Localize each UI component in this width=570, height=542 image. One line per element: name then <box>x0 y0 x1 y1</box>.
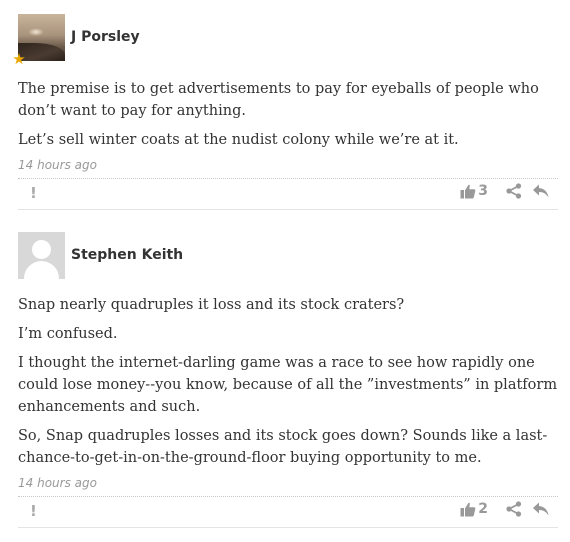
action-group: 3 <box>460 183 550 199</box>
comment-header: ★ J Porsley <box>12 14 558 67</box>
divider <box>18 527 558 528</box>
comment-paragraph: Let’s sell winter coats at the nudist co… <box>18 132 459 148</box>
like-button[interactable]: 2 <box>460 501 488 517</box>
comment-body: The premise is to get advertisements to … <box>18 78 558 151</box>
thumbs-up-icon <box>460 502 476 517</box>
timestamp: 14 hours ago <box>18 158 97 172</box>
like-count: 2 <box>478 501 488 517</box>
comment-paragraph: So, Snap quadruples losses and its stock… <box>18 428 548 466</box>
comment-paragraph: Snap nearly quadruples it loss and its s… <box>18 297 405 313</box>
comment-header: Stephen Keith <box>18 232 558 280</box>
comment-paragraph: The premise is to get advertisements to … <box>18 81 539 119</box>
reply-icon <box>533 184 549 198</box>
reply-button[interactable] <box>532 183 550 199</box>
share-button[interactable] <box>506 183 522 199</box>
comment-actions: ! 3 <box>18 179 558 209</box>
comment: ★ J Porsley The premise is to get advert… <box>12 14 558 210</box>
comment-paragraph: I thought the internet-darling game was … <box>18 355 558 415</box>
comment-actions: ! 2 <box>18 497 558 527</box>
reply-button[interactable] <box>532 501 550 517</box>
share-icon <box>506 501 522 517</box>
comment-paragraph: I’m confused. <box>18 326 118 342</box>
star-icon: ★ <box>12 50 26 68</box>
default-avatar-icon <box>18 232 65 279</box>
avatar[interactable] <box>18 232 65 279</box>
like-count: 3 <box>478 183 488 199</box>
flag-icon[interactable]: ! <box>30 502 37 520</box>
share-icon <box>506 183 522 199</box>
flag-icon[interactable]: ! <box>30 184 37 202</box>
comment: Stephen Keith Snap nearly quadruples it … <box>18 232 558 528</box>
like-button[interactable]: 3 <box>460 183 488 199</box>
divider <box>18 209 558 210</box>
reply-icon <box>533 502 549 516</box>
comment-body: Snap nearly quadruples it loss and its s… <box>18 294 558 469</box>
timestamp: 14 hours ago <box>18 476 97 490</box>
action-group: 2 <box>460 501 550 517</box>
share-button[interactable] <box>506 501 522 517</box>
username[interactable]: J Porsley <box>71 29 140 45</box>
thumbs-up-icon <box>460 184 476 199</box>
username[interactable]: Stephen Keith <box>71 247 183 263</box>
